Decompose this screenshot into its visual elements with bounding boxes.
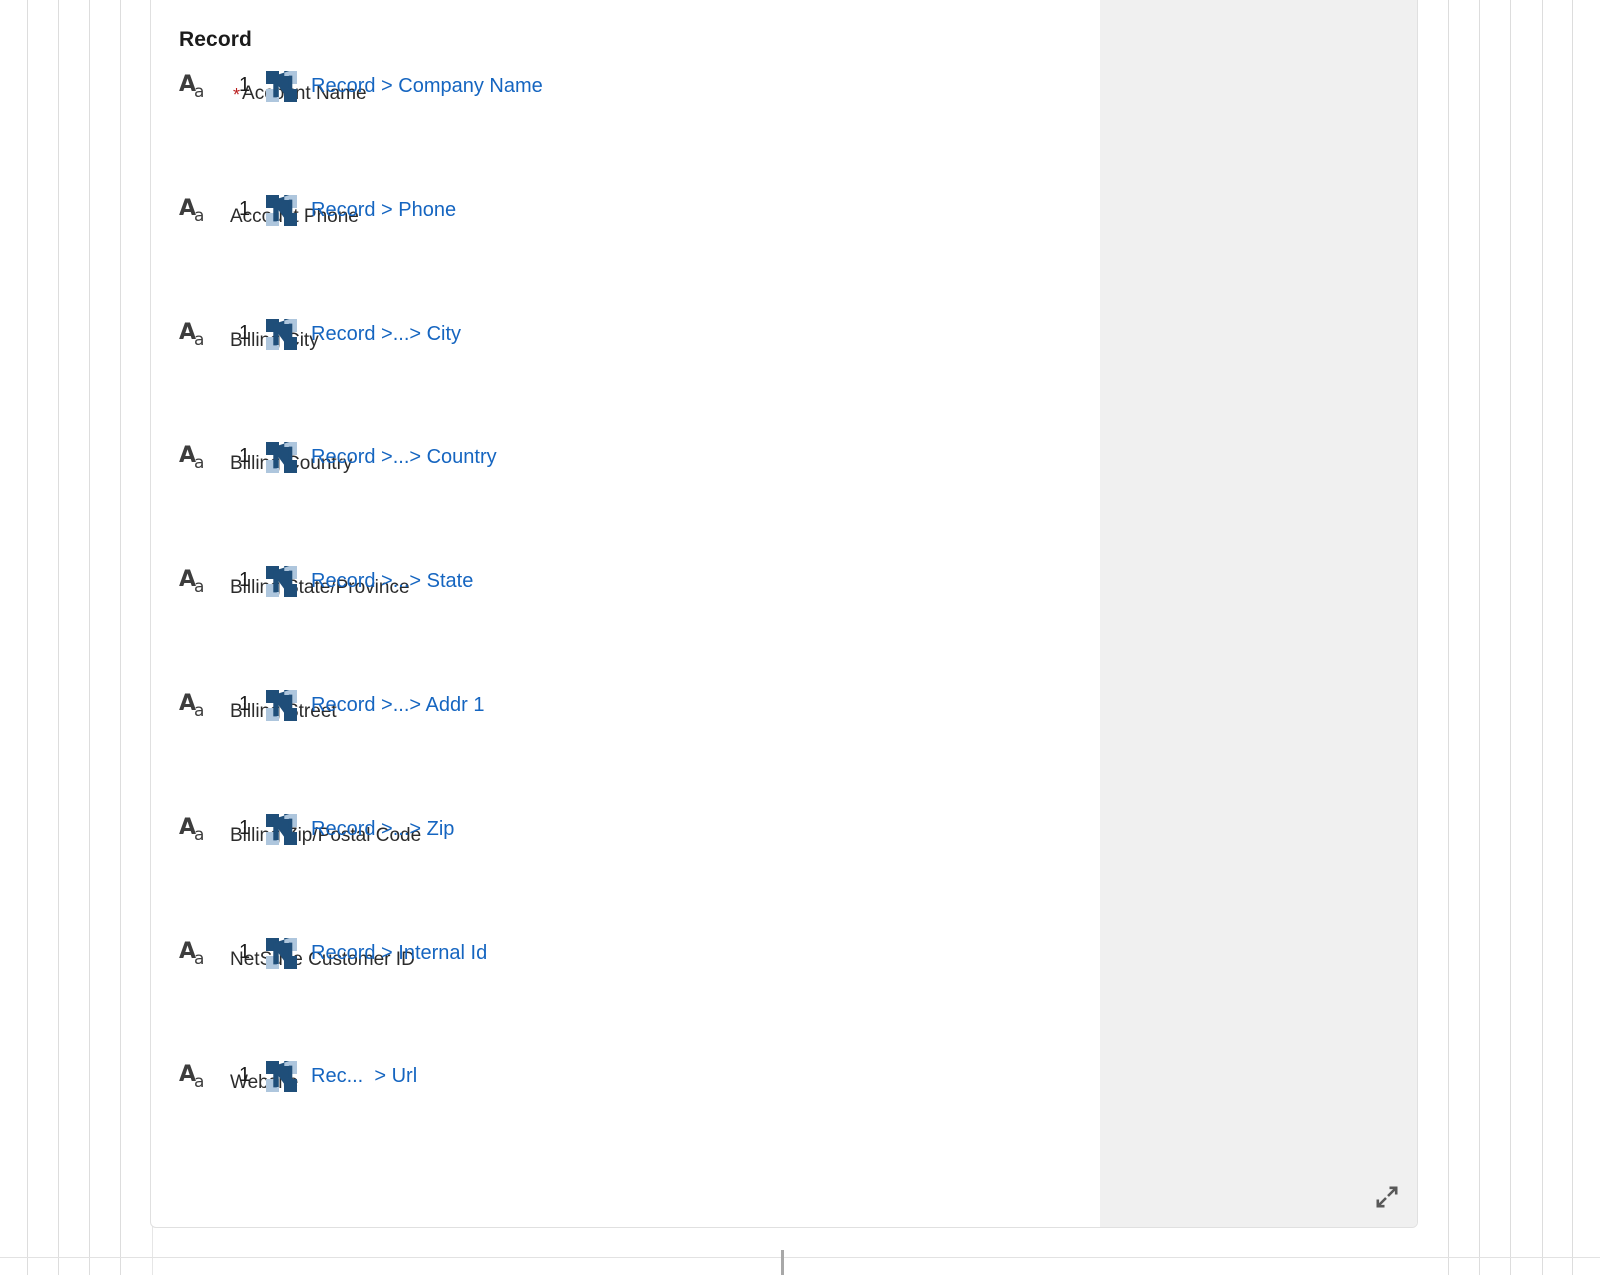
mapping-source-link[interactable]: Record >...> City [311, 320, 461, 348]
mapping-sequence-number: 1 [239, 816, 251, 839]
text-type-icon: Aa [179, 691, 205, 721]
mapping-sequence-number: 1 [239, 74, 251, 96]
text-type-icon: Aa [179, 319, 205, 350]
field-mapping-row: Billing City Aa 1 Record >...> City [151, 317, 1102, 441]
netsuite-logo-icon [266, 1061, 297, 1093]
field-mapping-row: Account Phone Aa 1 Record > Phone [151, 193, 1102, 317]
netsuite-logo-icon [266, 318, 297, 350]
netsuite-logo-icon [266, 813, 297, 845]
pane-divider-left-2 [58, 0, 59, 1275]
mapping-source-link[interactable]: Rec... > Url [311, 1062, 417, 1090]
mapping-source-link[interactable]: Record >...> Addr 1 [311, 691, 484, 719]
netsuite-logo-icon [266, 937, 297, 969]
text-type-icon: Aa [179, 195, 205, 226]
page-title: Record [179, 28, 252, 51]
card-right-gutter [1100, 0, 1417, 1227]
pane-divider-right-3 [1510, 0, 1511, 1275]
netsuite-logo-icon [266, 690, 297, 721]
pane-divider-right-1 [1448, 0, 1449, 1275]
pane-divider-right-5 [1572, 0, 1573, 1275]
text-type-icon: Aa [179, 1062, 205, 1093]
field-mapping-row: Billing Street Aa 1 Record >...> Addr 1 [151, 688, 1102, 812]
mapping-sequence-number: 1 [239, 1064, 251, 1087]
mapping-source-link[interactable]: Record >...> Country [311, 443, 497, 471]
bottom-pane-splitter[interactable] [0, 1257, 1600, 1258]
pane-divider-left-4 [120, 0, 121, 1275]
mapping-sequence-number: 1 [239, 693, 251, 715]
mapping-sequence-number: 1 [239, 569, 251, 592]
field-mapping-row: * Account Name Aa 1 Record > Company Name [151, 69, 1102, 193]
text-type-icon: Aa [179, 567, 205, 598]
text-type-icon: Aa [179, 443, 205, 474]
text-type-icon: Aa [179, 72, 205, 102]
mapping-source-link[interactable]: Record > Phone [311, 196, 456, 224]
expand-diagonal-icon[interactable] [1373, 1183, 1401, 1211]
mapping-sequence-number: 1 [239, 321, 251, 344]
mapping-sequence-number: 1 [239, 197, 251, 220]
netsuite-logo-icon [266, 442, 297, 474]
splitter-drag-handle[interactable] [781, 1250, 784, 1275]
netsuite-logo-icon [266, 566, 297, 598]
field-mapping-row: Billing State/Province Aa 1 Record >...> St… [151, 564, 1102, 688]
text-type-icon: Aa [179, 814, 205, 845]
text-type-icon: Aa [179, 938, 205, 969]
mapping-sequence-number: 1 [239, 940, 251, 963]
pane-divider-right-4 [1542, 0, 1543, 1275]
mapping-source-link[interactable]: Record >...> Zip [311, 815, 454, 843]
mapping-source-link[interactable]: Record > Internal Id [311, 939, 487, 967]
field-mapping-row: Website Aa 1 Rec... > Url [151, 1059, 1102, 1183]
record-mapping-card: Record * Account Name Aa 1 Record > Company … [150, 0, 1418, 1228]
pane-divider-left-3 [89, 0, 90, 1275]
pane-divider-left-1 [27, 0, 28, 1275]
netsuite-logo-icon [266, 194, 297, 226]
netsuite-logo-icon [266, 71, 297, 102]
mapping-sequence-number: 1 [239, 445, 251, 468]
field-mapping-row: Billing Country Aa 1 Record >...> Country [151, 440, 1102, 564]
mapping-source-link[interactable]: Record > Company Name [311, 72, 543, 100]
pane-divider-right-2 [1479, 0, 1480, 1275]
field-mapping-row: NetSuite Customer ID Aa 1 Record > Internal… [151, 936, 1102, 1060]
field-mapping-row: Billing Zip/Postal Code Aa 1 Record >...> Z… [151, 812, 1102, 936]
mapping-source-link[interactable]: Record >...> State [311, 567, 473, 595]
